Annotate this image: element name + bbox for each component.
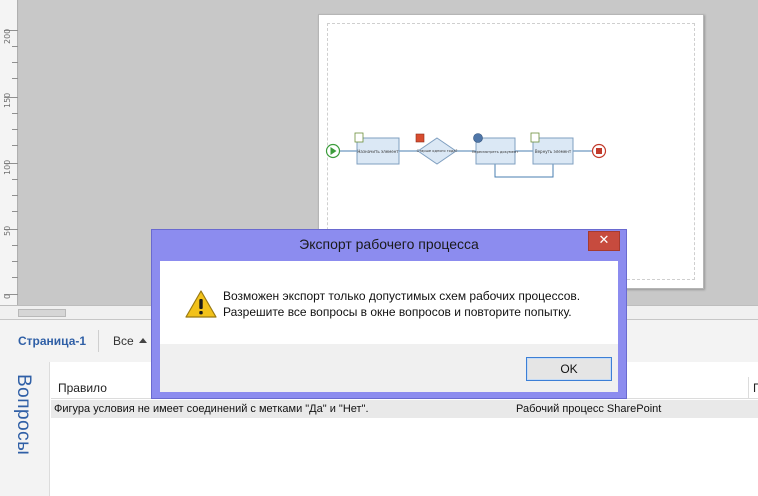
workflow-condition-node[interactable]: Старше одного года? (415, 133, 458, 165)
export-workflow-dialog: Экспорт рабочего процесса ✕ Возможен экс… (151, 229, 627, 399)
dialog-body: Возможен экспорт только допустимых схем … (160, 261, 618, 392)
ruler-label: 50 (3, 225, 12, 236)
dialog-message-line: Разрешите все вопросы в окне вопросов и … (223, 305, 572, 319)
dialog-message-line: Возможен экспорт только допустимых схем … (223, 289, 581, 303)
column-header-extra[interactable]: П (753, 381, 758, 395)
node-label: Вернуть элемент (535, 149, 572, 154)
ruler-label: 150 (3, 92, 12, 108)
node-label: Старше одного года? (417, 149, 458, 153)
ruler-label: 100 (3, 159, 12, 175)
close-button[interactable]: ✕ (588, 231, 620, 251)
warning-icon (185, 290, 217, 318)
node-label: Пересмотреть документ (472, 150, 519, 154)
node-label: Назначить элемент (357, 149, 399, 154)
column-header-rule[interactable]: Правило (58, 381, 107, 395)
dialog-footer: OK (160, 344, 618, 392)
end-shape[interactable] (591, 143, 607, 159)
issues-panel-side: Вопросы (0, 362, 50, 496)
column-divider[interactable] (748, 377, 749, 399)
ok-button[interactable]: OK (526, 357, 612, 381)
dialog-title: Экспорт рабочего процесса (299, 236, 479, 252)
ruler-label: 200 (3, 28, 12, 44)
ruler-label: 0 (3, 293, 12, 299)
vertical-ruler: 200 150 100 50 0 (0, 0, 18, 305)
start-shape[interactable] (325, 143, 341, 159)
tab-divider (98, 330, 99, 352)
issues-panel-title: Вопросы (13, 374, 34, 456)
scrollbar-thumb[interactable] (18, 309, 66, 317)
table-row[interactable]: Фигура условия не имеет соединений с мет… (51, 400, 758, 418)
issue-category-cell: Рабочий процесс SharePoint (516, 403, 662, 415)
issue-rule-cell: Фигура условия не имеет соединений с мет… (54, 403, 369, 415)
workflow-action-node[interactable]: Назначить элемент (354, 132, 400, 165)
tab-page-1[interactable]: Страница-1 (18, 334, 86, 348)
workflow-action-node[interactable]: Вернуть элемент (530, 132, 574, 165)
visio-window: 200 150 100 50 0 Назначить элемент Старш… (0, 0, 758, 496)
workflow-action-node[interactable]: Пересмотреть документ (472, 133, 519, 165)
all-pages-button[interactable]: Все (113, 334, 134, 348)
dialog-message: Возможен экспорт только допустимых схем … (223, 288, 580, 320)
caret-up-icon[interactable] (139, 338, 147, 343)
